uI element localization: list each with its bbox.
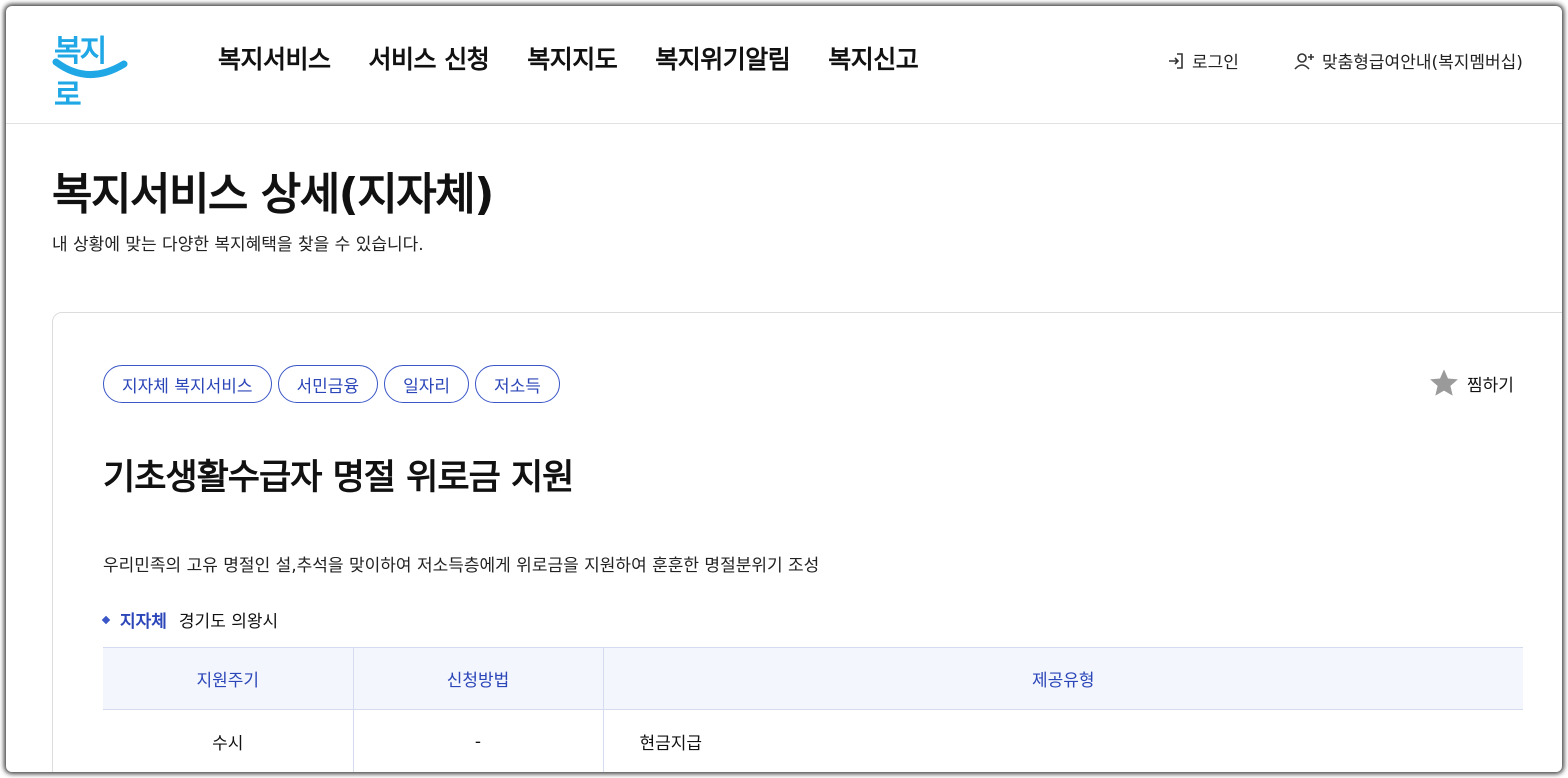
membership-guide-link[interactable]: 맞춤형급여안내(복지멤버십) [1294,48,1523,73]
service-description: 우리민족의 고유 명절인 설,추석을 맞이하여 저소득층에게 위로금을 지원하여… [103,556,820,576]
table-row: 수시 - 현금지급 [103,709,1523,772]
site-header: 복지로 복지서비스 서비스 신청 복지지도 복지위기알림 복지신고 로그인 맞춤… [6,6,1562,124]
logo-smile-icon [52,58,128,78]
user-add-icon [1294,52,1314,70]
login-icon [1169,52,1183,69]
cell-apply-method: - [353,709,604,772]
tag-local-welfare[interactable]: 지자체 복지서비스 [103,365,272,403]
bullet-diamond-icon [101,615,111,624]
main-nav: 복지서비스 서비스 신청 복지지도 복지위기알림 복지신고 [218,40,919,76]
region-label: 지자체 [120,612,167,632]
favorite-button[interactable]: 찜하기 [1427,367,1514,399]
page-title: 복지서비스 상세(지자체) [52,169,494,220]
page-description: 내 상황에 맞는 다양한 복지혜택을 찾을 수 있습니다. [52,235,424,255]
nav-welfare-report[interactable]: 복지신고 [828,40,919,76]
login-link[interactable]: 로그인 [1166,48,1239,73]
star-icon [1430,369,1458,396]
favorite-label: 찜하기 [1467,375,1514,396]
cell-support-cycle: 수시 [103,709,354,772]
header-support-cycle: 지원주기 [103,647,354,710]
region-value: 경기도 의왕시 [178,612,279,632]
cell-provision-type: 현금지급 [639,734,703,755]
nav-welfare-service[interactable]: 복지서비스 [218,40,331,76]
browser-viewport: 복지로 복지서비스 서비스 신청 복지지도 복지위기알림 복지신고 로그인 맞춤… [6,6,1562,772]
nav-welfare-map[interactable]: 복지지도 [527,40,618,76]
nav-service-apply[interactable]: 서비스 신청 [369,40,490,76]
membership-label: 맞춤형급여안내(복지멤버십) [1322,53,1523,73]
service-title: 기초생활수급자 명절 위로금 지원 [103,458,574,498]
login-label: 로그인 [1192,53,1239,73]
service-detail-card: 지자체 복지서비스 서민금융 일자리 저소득 찜하기 기초생활수급자 명절 위로… [52,312,1562,772]
table-header-row: 지원주기 신청방법 제공유형 [103,647,1523,710]
tag-low-income[interactable]: 저소득 [475,365,560,403]
region-info: 지자체 경기도 의왕시 [101,607,279,632]
tag-jobs[interactable]: 일자리 [384,365,470,403]
header-apply-method: 신청방법 [353,647,604,710]
nav-welfare-crisis-alert[interactable]: 복지위기알림 [655,40,791,76]
header-provision-type: 제공유형 [603,647,1523,710]
site-logo[interactable]: 복지로 [50,24,130,113]
tag-microfinance[interactable]: 서민금융 [277,365,379,403]
service-tags: 지자체 복지서비스 서민금융 일자리 저소득 [103,365,560,403]
service-info-table: 지원주기 신청방법 제공유형 수시 - 현금지급 [103,647,1523,772]
